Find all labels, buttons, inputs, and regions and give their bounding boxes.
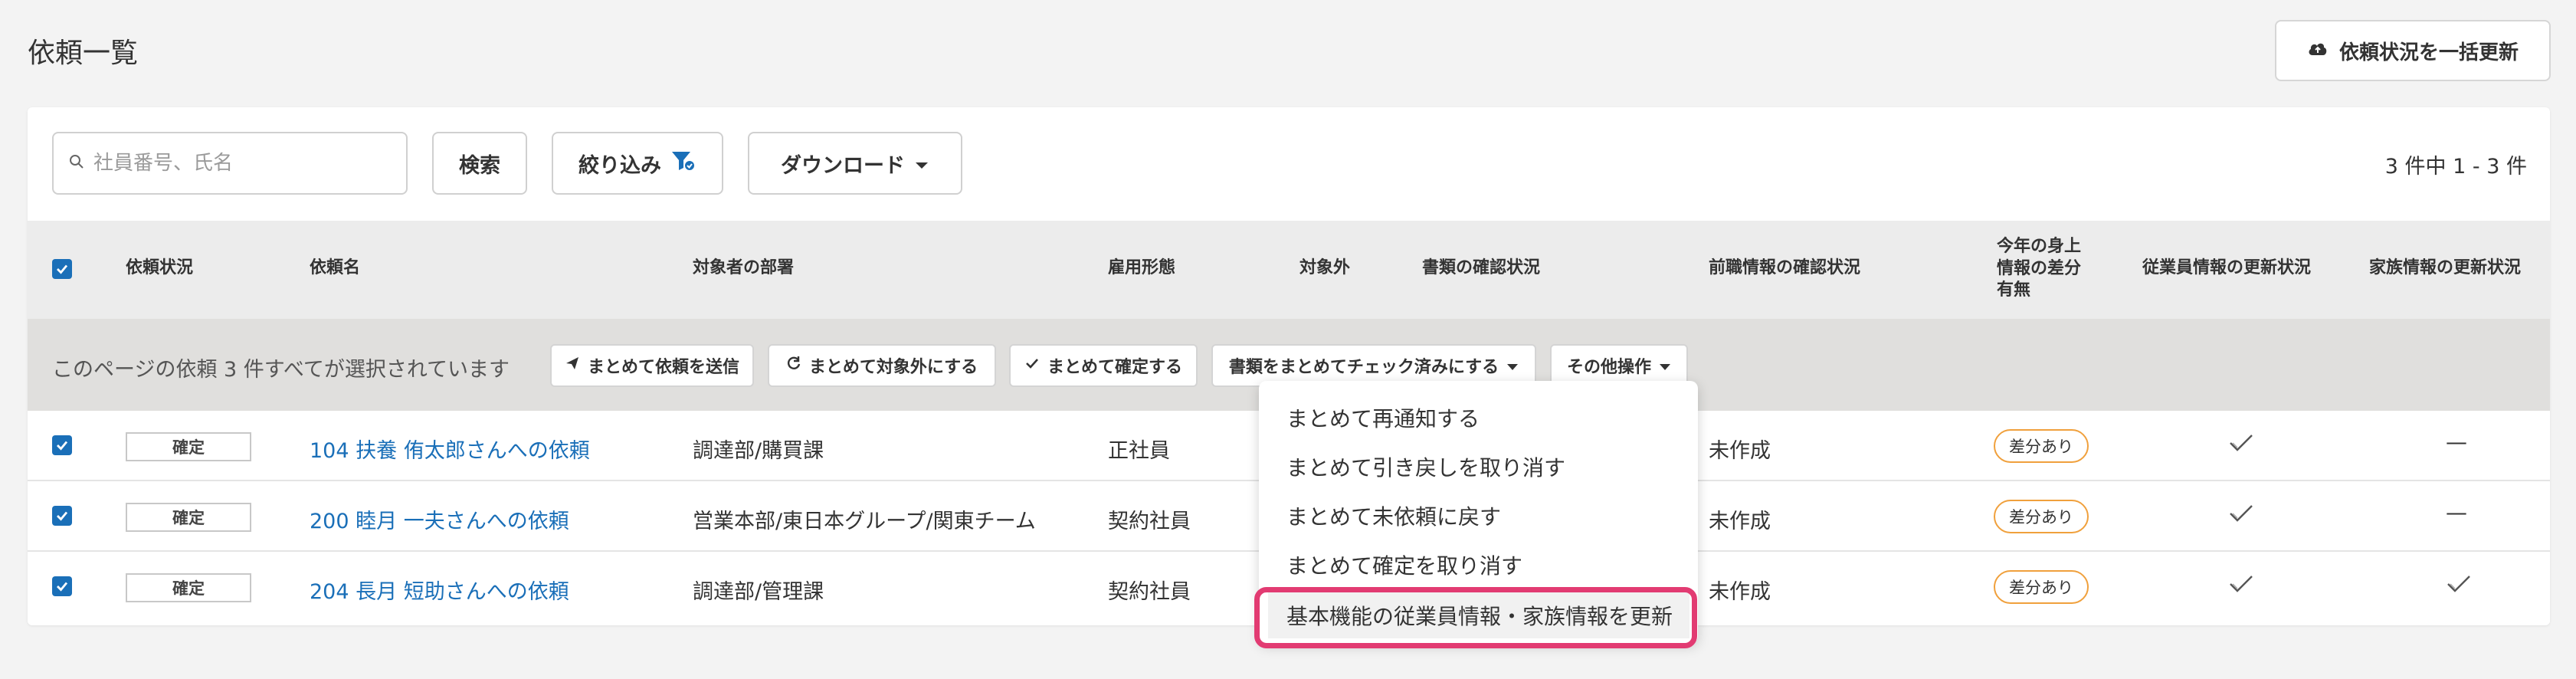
diff-badge: 差分あり: [1994, 570, 2089, 604]
header-prev-job[interactable]: 前職情報の確認状況: [1709, 257, 1860, 280]
search-button-label: 検索: [459, 153, 500, 178]
bulk-update-status-label: 依頼状況を一括更新: [2338, 41, 2519, 64]
header-emp-update[interactable]: 従業員情報の更新状況: [2142, 257, 2311, 280]
prev-job-cell: 未作成: [1709, 580, 1771, 604]
check-icon: [57, 264, 68, 274]
prev-job-cell: 未作成: [1709, 510, 1771, 533]
header-diff[interactable]: 今年の身上 情報の差分 有無: [1997, 236, 2081, 302]
prev-job-cell: 未作成: [1709, 439, 1771, 463]
row-checkbox[interactable]: [52, 506, 72, 526]
header-diff-line1: 今年の身上: [1997, 237, 2082, 256]
employment-cell: 正社員: [1108, 439, 1170, 463]
request-name-link[interactable]: 200 睦月 一夫さんへの依頼: [310, 504, 569, 534]
dept-cell: 調達部/管理課: [693, 580, 824, 604]
bulk-confirm-button[interactable]: まとめて確定する: [1009, 344, 1198, 387]
bulk-send-label: まとめて依頼を送信: [587, 358, 739, 377]
header-employment[interactable]: 雇用形態: [1108, 257, 1175, 280]
menu-item-revert-unrequested[interactable]: まとめて未依頼に戻す: [1286, 500, 1501, 531]
status-badge: 確定: [126, 503, 251, 532]
menu-item-cancel-confirm[interactable]: まとめて確定を取り消す: [1286, 549, 1522, 580]
employment-cell: 契約社員: [1108, 510, 1191, 533]
bulk-exclude-button[interactable]: まとめて対象外にする: [768, 344, 996, 387]
bulk-exclude-label: まとめて対象外にする: [808, 358, 978, 377]
diff-badge: 差分あり: [1994, 500, 2089, 533]
request-name-link[interactable]: 104 扶養 侑太郎さんへの依頼: [310, 434, 590, 464]
header-family-update[interactable]: 家族情報の更新状況: [2369, 257, 2521, 280]
header-docs[interactable]: 書類の確認状況: [1422, 257, 1540, 280]
header-dept[interactable]: 対象者の部署: [693, 257, 794, 280]
header-diff-line2: 情報の差分: [1997, 258, 2082, 278]
search-button[interactable]: 検索: [432, 132, 527, 195]
family-update-cell: —: [2446, 429, 2467, 454]
filter-button-label: 絞り込み: [578, 153, 661, 178]
bulk-check-docs-label: 書類をまとめてチェック済みにする: [1228, 358, 1499, 377]
dept-cell: 営業本部/東日本グループ/関東チーム: [693, 510, 1036, 533]
send-icon: [565, 356, 580, 376]
row-checkbox[interactable]: [52, 435, 72, 455]
caret-down-icon: [1659, 356, 1671, 376]
checkmark-icon: [2228, 432, 2254, 457]
check-icon: [57, 441, 68, 451]
header-status[interactable]: 依頼状況: [126, 257, 193, 280]
refresh-icon: [786, 356, 801, 376]
checkmark-icon: [2228, 503, 2254, 527]
cloud-upload-icon: [2307, 39, 2329, 62]
employment-cell: 契約社員: [1108, 580, 1191, 604]
bulk-selection-message: このページの依頼 3 件すべてが選択されています: [52, 358, 510, 382]
caret-down-icon: [914, 152, 929, 175]
search-input[interactable]: [93, 152, 400, 175]
status-badge: 確定: [126, 432, 251, 461]
status-badge: 確定: [126, 573, 251, 602]
caret-down-icon: [1506, 356, 1519, 376]
check-icon: [57, 511, 68, 521]
bulk-send-button[interactable]: まとめて依頼を送信: [550, 344, 754, 387]
download-button[interactable]: ダウンロード: [748, 132, 962, 195]
request-name-link[interactable]: 204 長月 短助さんへの依頼: [310, 575, 569, 605]
diff-badge: 差分あり: [1994, 429, 2089, 463]
family-update-cell: —: [2446, 500, 2467, 525]
menu-item-cancel-pullback[interactable]: まとめて引き戻しを取り消す: [1286, 451, 1565, 482]
page-title: 依頼一覧: [28, 38, 139, 69]
bulk-other-label: その他操作: [1566, 358, 1651, 377]
search-icon: [69, 154, 84, 172]
download-button-label: ダウンロード: [781, 153, 905, 178]
checkmark-icon: [2228, 573, 2254, 598]
table-header: 依頼状況 依頼名 対象者の部署 雇用形態 対象外 書類の確認状況 前職情報の確認…: [28, 221, 2550, 319]
result-count: 3 件中 1 - 3 件: [2384, 155, 2527, 179]
header-excluded[interactable]: 対象外: [1299, 257, 1350, 280]
header-diff-line3: 有無: [1997, 280, 2031, 300]
highlight-annotation: [1254, 587, 1697, 648]
menu-item-renotify[interactable]: まとめて再通知する: [1286, 402, 1480, 433]
bulk-update-status-button[interactable]: 依頼状況を一括更新: [2275, 20, 2551, 81]
filter-button[interactable]: 絞り込み: [552, 132, 723, 195]
check-icon: [1024, 356, 1040, 376]
dept-cell: 調達部/購買課: [693, 439, 824, 463]
header-name[interactable]: 依頼名: [310, 257, 360, 280]
bulk-confirm-label: まとめて確定する: [1047, 358, 1182, 377]
filter-icon: [670, 149, 696, 178]
row-checkbox[interactable]: [52, 576, 72, 596]
search-box[interactable]: [52, 132, 408, 195]
select-all-checkbox[interactable]: [52, 259, 72, 279]
checkmark-icon: [2446, 573, 2472, 598]
check-icon: [57, 582, 68, 592]
